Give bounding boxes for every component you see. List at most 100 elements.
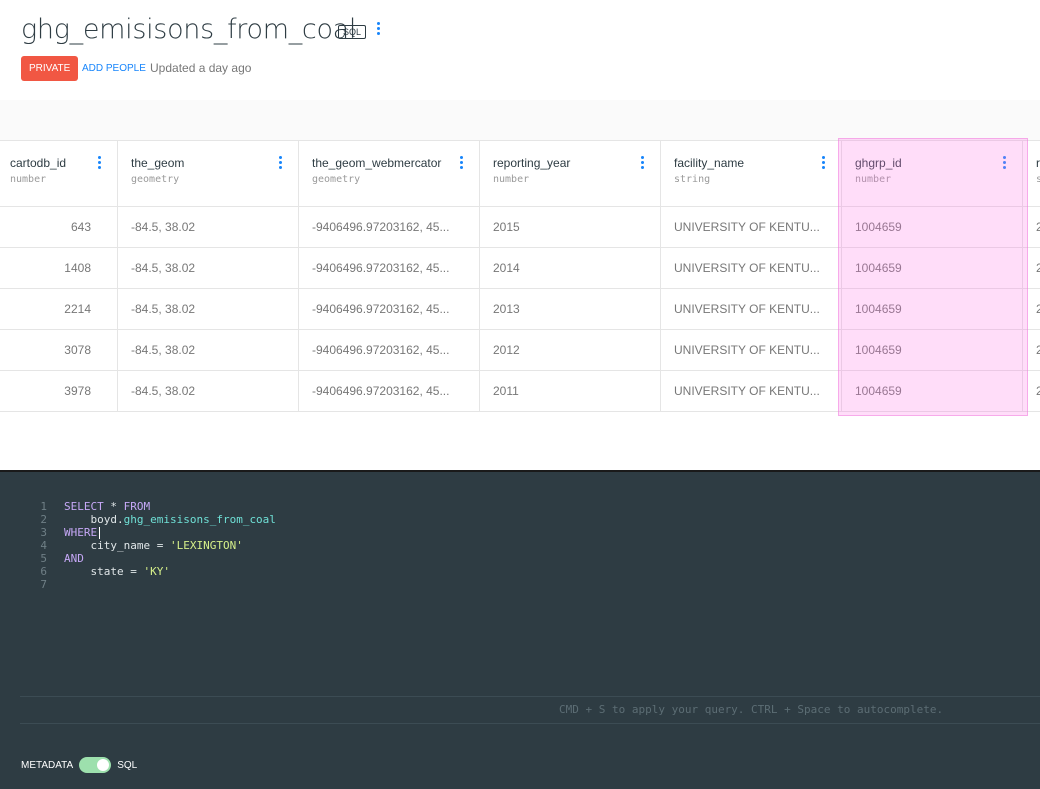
table-cell[interactable]: UNIVERSITY OF KENTU... xyxy=(660,330,841,371)
table-cell[interactable]: UNIVERSITY OF KENTU... xyxy=(660,289,841,330)
column-options-icon[interactable] xyxy=(279,156,282,169)
code-token: ghg_emisisons_from_coal xyxy=(123,513,276,526)
code-token: 'LEXINGTON' xyxy=(169,539,243,552)
table-cell[interactable]: -84.5, 38.02 xyxy=(117,289,298,330)
table-cell[interactable]: 2011 xyxy=(479,371,660,412)
table-cell[interactable]: 2012 xyxy=(479,330,660,371)
column-name: ghgrp_id xyxy=(855,156,902,170)
line-number: 2 xyxy=(40,513,47,526)
dataset-header: ghg_emisisons_from_coal SQL PRIVATE ADD … xyxy=(0,0,1040,101)
table-cell[interactable]: -9406496.97203162, 45... xyxy=(298,207,479,248)
code-token: boyd. xyxy=(64,513,124,526)
column-options-icon[interactable] xyxy=(98,156,101,169)
code-line: 6 state = 'KY' xyxy=(20,565,276,578)
table-cell[interactable]: 643 xyxy=(0,207,117,248)
table-cell[interactable]: 2015 xyxy=(479,207,660,248)
code-token: SELECT xyxy=(64,500,104,513)
code-token: AND xyxy=(64,552,84,565)
privacy-button[interactable]: PRIVATE xyxy=(21,56,79,81)
table-cell[interactable]: -9406496.97203162, 45... xyxy=(298,330,479,371)
table-cell[interactable]: 1004659 xyxy=(841,248,1022,289)
column-options-icon[interactable] xyxy=(641,156,644,169)
editor-hint: CMD + S to apply your query. CTRL + Spac… xyxy=(559,703,944,716)
table-cell[interactable]: 3078 xyxy=(0,330,117,371)
column-options-icon[interactable] xyxy=(822,156,825,169)
code-line: 4 city_name = 'LEXINGTON' xyxy=(20,539,276,552)
table-cell[interactable]: -9406496.97203162, 45... xyxy=(298,289,479,330)
column-header[interactable]: reporting_year number xyxy=(479,140,660,207)
code-token: state = xyxy=(64,565,144,578)
column-header[interactable]: ghgrp_idnumber xyxy=(841,140,1022,207)
dataset-options-icon[interactable] xyxy=(373,22,383,42)
table-cell[interactable]: -84.5, 38.02 xyxy=(117,330,298,371)
view-toggle: METADATA SQL xyxy=(21,757,137,773)
table-cell[interactable]: 2014 xyxy=(479,248,660,289)
toggle-knob xyxy=(97,759,110,771)
column-header[interactable]: the_geom_webmercator geometry xyxy=(298,140,479,207)
column-header[interactable]: cartodb_id number xyxy=(0,140,117,207)
code-area[interactable]: 1 SELECT * FROM 2 boyd.ghg_emisisons_from_… xyxy=(20,500,276,591)
code-token: FROM xyxy=(123,500,151,513)
table-cell[interactable]: 1004659 xyxy=(841,371,1022,412)
page-title: ghg_emisisons_from_coal xyxy=(21,14,357,45)
table-cell[interactable]: 1004659 xyxy=(841,207,1022,248)
column-type: number xyxy=(493,174,530,185)
line-number: 5 xyxy=(40,552,47,565)
column-6: rs22222 xyxy=(1022,140,1040,412)
table-cell[interactable]: UNIVERSITY OF KENTU... xyxy=(660,207,841,248)
table-cell[interactable]: -84.5, 38.02 xyxy=(117,371,298,412)
code-token: city_name = xyxy=(64,539,170,552)
table-cell[interactable]: UNIVERSITY OF KENTU... xyxy=(660,248,841,289)
table-cell[interactable]: -9406496.97203162, 45... xyxy=(298,371,479,412)
column-5: ghgrp_id number 1004659 1004659 1004659 10046… xyxy=(841,140,1023,412)
table-cell[interactable]: 1004659 xyxy=(841,330,1022,371)
table-cell[interactable]: 2 xyxy=(1022,207,1040,248)
hint-bar: CMD + S to apply your query. CTRL + Spac… xyxy=(20,696,1040,724)
sql-editor[interactable]: 1 SELECT * FROM 2 boyd.ghg_emisisons_from_… xyxy=(0,470,1040,789)
line-number: 6 xyxy=(40,565,47,578)
sql-badge: SQL xyxy=(338,25,367,39)
line-number: 7 xyxy=(40,578,47,591)
column-2: the_geom_webmercator geometry -9406496.972… xyxy=(298,140,480,412)
column-header[interactable]: facility_name string xyxy=(660,140,841,207)
column-0: cartodb_id number 643 1408 2214 3078 3978 xyxy=(0,140,118,412)
code-line: 1 SELECT * FROM xyxy=(20,500,276,513)
column-type: string xyxy=(674,174,711,185)
table-cell[interactable]: 2 xyxy=(1022,289,1040,330)
column-type: geometry xyxy=(131,174,180,185)
table-cell[interactable]: 2 xyxy=(1022,330,1040,371)
table-cell[interactable]: -84.5, 38.02 xyxy=(117,207,298,248)
add-people-link[interactable]: ADD PEOPLE xyxy=(82,63,146,74)
table-cell[interactable]: -84.5, 38.02 xyxy=(117,248,298,289)
column-options-icon[interactable] xyxy=(1003,156,1006,169)
column-name: the_geom_webmercator xyxy=(312,156,442,170)
table-cell[interactable]: UNIVERSITY OF KENTU... xyxy=(660,371,841,412)
table-cell[interactable]: 2013 xyxy=(479,289,660,330)
line-number: 1 xyxy=(40,500,47,513)
table-cell[interactable]: -9406496.97203162, 45... xyxy=(298,248,479,289)
column-type: geometry xyxy=(312,174,361,185)
table-cell[interactable]: 2 xyxy=(1022,371,1040,412)
column-options-icon[interactable] xyxy=(460,156,463,169)
table-toolbar xyxy=(0,100,1040,141)
column-name: cartodb_id xyxy=(10,156,67,170)
code-token: * xyxy=(103,500,124,513)
column-header[interactable]: the_geom geometry xyxy=(117,140,298,207)
table-cell[interactable]: 1004659 xyxy=(841,289,1022,330)
column-1: the_geom geometry -84.5, 38.02 -84.5, 38.02… xyxy=(117,140,299,412)
column-header[interactable]: rs xyxy=(1022,140,1040,207)
column-4: facility_name string UNIVERSITY OF KENTU..… xyxy=(660,140,842,412)
table-cell[interactable]: 2 xyxy=(1022,248,1040,289)
table-cell[interactable]: 1408 xyxy=(0,248,117,289)
updated-text: Updated a day ago xyxy=(150,61,252,75)
metadata-sql-toggle[interactable] xyxy=(79,757,112,773)
column-type: number xyxy=(855,174,892,185)
code-line: 2 boyd.ghg_emisisons_from_coal xyxy=(20,513,276,526)
code-line: 7 xyxy=(20,578,276,591)
line-number: 3 xyxy=(40,526,47,539)
column-3: reporting_year number 2015 2014 2013 2012 2011 xyxy=(479,140,661,412)
metadata-label: METADATA xyxy=(21,759,74,771)
table-cell[interactable]: 2214 xyxy=(0,289,117,330)
table-cell[interactable]: 3978 xyxy=(0,371,117,412)
column-type: s xyxy=(1036,174,1040,185)
